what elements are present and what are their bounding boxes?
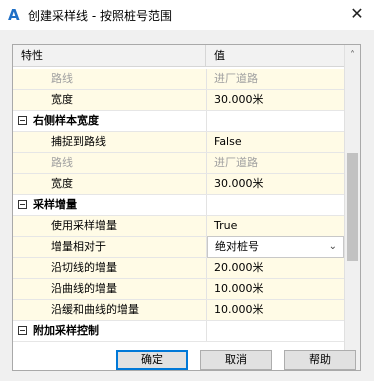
property-label: 路线: [13, 69, 207, 89]
property-row[interactable]: 使用采样增量 True: [13, 216, 344, 237]
property-value: 进厂道路: [207, 153, 344, 173]
category-label: 附加采样控制: [13, 321, 207, 341]
property-label: 沿缓和曲线的增量: [13, 300, 207, 320]
property-rows: 路线 进厂道路 宽度 30.000米 右侧样本宽度 捕捉到路线 False 路线 进厂道路 宽度 3…: [13, 67, 344, 370]
value-text: 20.000米: [214, 261, 264, 274]
value-text: True: [214, 219, 238, 232]
property-value: 进厂道路: [207, 69, 344, 89]
chevron-down-icon[interactable]: ⌄: [329, 237, 337, 257]
property-row[interactable]: 沿缓和曲线的增量 10.000米: [13, 300, 344, 321]
value-text: 进厂道路: [214, 72, 258, 85]
property-row[interactable]: 增量相对于 绝对桩号 ⌄: [13, 236, 344, 258]
property-row[interactable]: 路线 进厂道路: [13, 69, 344, 90]
property-value[interactable]: 10.000米: [207, 279, 344, 299]
value-text: 30.000米: [214, 177, 264, 190]
property-label: 宽度: [13, 90, 207, 110]
property-row[interactable]: 沿切线的增量 20.000米: [13, 258, 344, 279]
property-label: 宽度: [13, 174, 207, 194]
value-text: 30.000米: [214, 93, 264, 106]
property-label: 沿切线的增量: [13, 258, 207, 278]
property-value: [207, 321, 344, 341]
property-grid: 特性 值 路线 进厂道路 宽度 30.000米 右侧样本宽度 捕捉到路线 False 路线 进厂…: [12, 44, 361, 371]
property-column-header[interactable]: 特性: [13, 45, 206, 66]
property-value[interactable]: False: [207, 132, 344, 152]
property-label: 捕捉到路线: [13, 132, 207, 152]
collapse-minus-icon[interactable]: [18, 116, 27, 125]
property-row[interactable]: 沿曲线的增量 10.000米: [13, 279, 344, 300]
property-value[interactable]: True: [207, 216, 344, 236]
scroll-thumb[interactable]: [347, 153, 358, 261]
property-value[interactable]: 30.000米: [207, 174, 344, 194]
cancel-button[interactable]: 取消: [200, 350, 272, 370]
property-label: 增量相对于: [13, 237, 207, 257]
category-label: 右侧样本宽度: [13, 111, 207, 131]
category-row[interactable]: 右侧样本宽度: [13, 111, 344, 132]
property-label: 路线: [13, 153, 207, 173]
property-value[interactable]: 30.000米: [207, 90, 344, 110]
grid-header: 特性 值: [13, 45, 344, 67]
app-icon: A: [8, 6, 20, 24]
help-button[interactable]: 帮助: [284, 350, 356, 370]
category-row[interactable]: 采样增量: [13, 195, 344, 216]
ok-button[interactable]: 确定: [116, 350, 188, 370]
collapse-minus-icon[interactable]: [18, 200, 27, 209]
vertical-scrollbar[interactable]: ˄ ˅: [344, 45, 360, 370]
property-row[interactable]: 路线 进厂道路: [13, 153, 344, 174]
dialog-body: 特性 值 路线 进厂道路 宽度 30.000米 右侧样本宽度 捕捉到路线 False 路线 进厂…: [0, 30, 374, 381]
value-text: 进厂道路: [214, 156, 258, 169]
scroll-up-icon[interactable]: ˄: [345, 47, 360, 64]
property-label: 使用采样增量: [13, 216, 207, 236]
category-row[interactable]: 附加采样控制: [13, 321, 344, 342]
property-value: [207, 111, 344, 131]
value-text: 10.000米: [214, 282, 264, 295]
category-label: 采样增量: [13, 195, 207, 215]
property-value[interactable]: 20.000米: [207, 258, 344, 278]
value-text: 绝对桩号: [215, 240, 259, 253]
value-dropdown[interactable]: 绝对桩号 ⌄: [207, 236, 344, 258]
value-text: 10.000米: [214, 303, 264, 316]
value-column-header[interactable]: 值: [207, 45, 344, 66]
title-bar: A 创建采样线 - 按照桩号范围 ✕: [0, 0, 374, 30]
value-text: False: [214, 135, 242, 148]
property-row[interactable]: 宽度 30.000米: [13, 174, 344, 195]
property-row[interactable]: 捕捉到路线 False: [13, 132, 344, 153]
close-button[interactable]: ✕: [346, 3, 368, 25]
property-value: [207, 195, 344, 215]
property-label: 沿曲线的增量: [13, 279, 207, 299]
window-title: 创建采样线 - 按照桩号范围: [28, 9, 172, 23]
property-value[interactable]: 10.000米: [207, 300, 344, 320]
collapse-minus-icon[interactable]: [18, 326, 27, 335]
property-row[interactable]: 宽度 30.000米: [13, 90, 344, 111]
